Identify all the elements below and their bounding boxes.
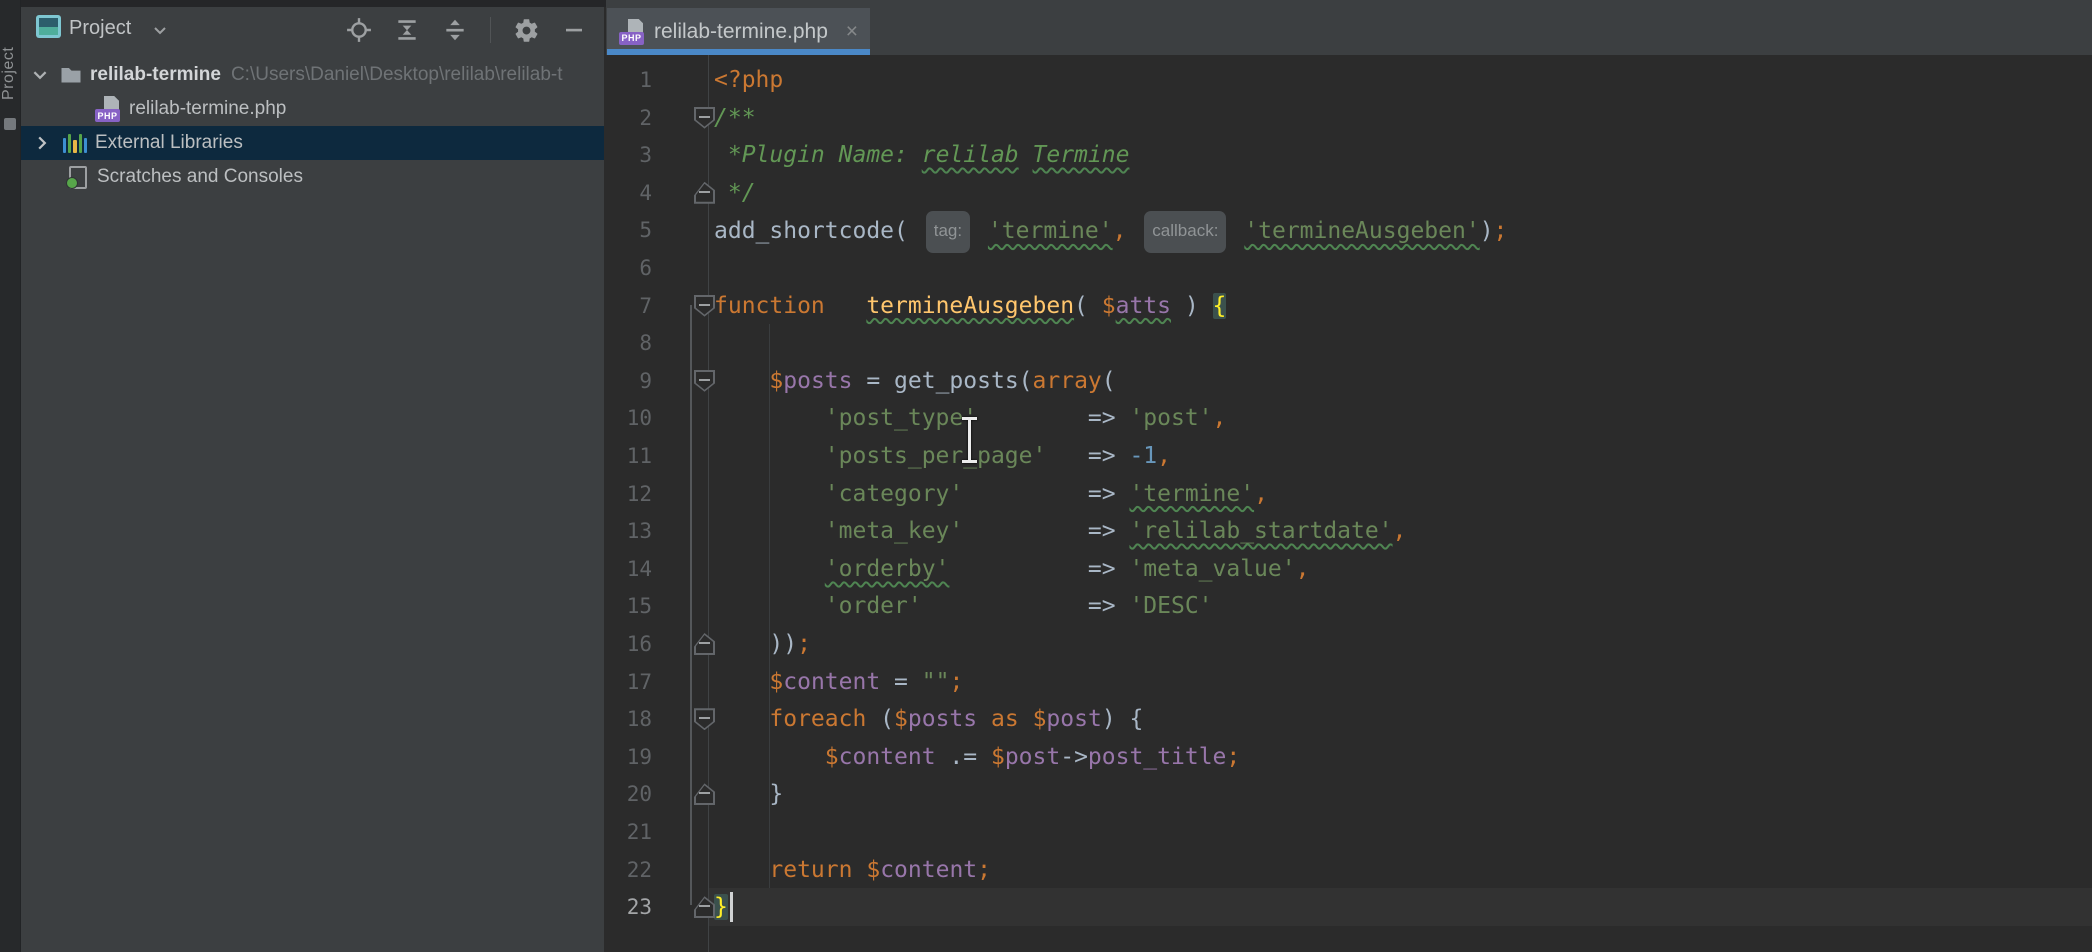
fold-marker[interactable] <box>694 783 715 805</box>
project-panel-header: Project <box>21 7 604 55</box>
code-line: */ <box>714 174 756 212</box>
main-area: PHP relilab-termine.php × 12345678910111… <box>606 0 2092 952</box>
tool-window-stripe: Project <box>0 0 21 952</box>
fold-marker[interactable] <box>694 107 715 129</box>
expand-collapse-icon[interactable] <box>442 17 468 43</box>
parameter-hint-chip: tag: <box>926 211 970 253</box>
locate-icon[interactable] <box>346 17 372 43</box>
project-root-path: C:\Users\Daniel\Desktop\relilab\relilab-… <box>231 64 563 86</box>
code-line: 'order' => 'DESC' <box>714 587 1213 625</box>
line-number: 14 <box>606 550 652 588</box>
project-tool-window-icon <box>36 15 61 38</box>
code-line: $content = ""; <box>714 663 963 701</box>
line-number: 2 <box>606 99 652 137</box>
line-number: 13 <box>606 512 652 550</box>
line-number: 22 <box>606 851 652 889</box>
line-number: 1 <box>606 61 652 99</box>
line-number: 11 <box>606 437 652 475</box>
chevron-collapsed-icon[interactable] <box>33 134 51 152</box>
line-number: 5 <box>606 211 652 249</box>
project-panel-title[interactable]: Project <box>69 17 131 40</box>
line-number: 4 <box>606 174 652 212</box>
code-line: $posts = get_posts(array( <box>714 362 1116 400</box>
line-number: 16 <box>606 625 652 663</box>
tab-label: relilab-termine.php <box>654 20 828 44</box>
tree-row-scratches[interactable]: Scratches and Consoles <box>21 160 604 194</box>
line-number: 23 <box>606 888 652 926</box>
code-line: /** <box>714 99 756 137</box>
code-line: 'meta_key' => 'relilab_startdate', <box>714 512 1406 550</box>
text-caret <box>730 892 733 922</box>
code-line: 'posts_per_page' => -1, <box>714 437 1171 475</box>
stripe-tool-icon[interactable] <box>4 118 16 130</box>
code-line: *Plugin Name: relilab Termine <box>714 136 1129 174</box>
php-file-icon: PHP <box>619 19 645 45</box>
line-number: 3 <box>606 136 652 174</box>
close-tab-icon[interactable]: × <box>846 21 858 42</box>
fold-marker[interactable] <box>694 708 715 730</box>
code-line: } <box>714 888 728 926</box>
code-lines: <?php/** *Plugin Name: relilab Termine *… <box>714 55 2092 952</box>
php-file-icon: PHP <box>95 96 121 122</box>
line-number: 17 <box>606 663 652 701</box>
editor-tab-bar: PHP relilab-termine.php × <box>606 0 2092 55</box>
hide-panel-icon[interactable] <box>562 18 586 42</box>
line-number: 12 <box>606 475 652 513</box>
parameter-hint-chip: callback: <box>1144 211 1226 253</box>
tree-row-external-libraries[interactable]: External Libraries <box>21 126 604 160</box>
code-line: )); <box>714 625 811 663</box>
mouse-ibeam-cursor <box>961 417 978 463</box>
line-number: 7 <box>606 287 652 325</box>
fold-marker[interactable] <box>694 182 715 204</box>
tab-relilab-termine-php[interactable]: PHP relilab-termine.php × <box>607 8 870 55</box>
project-panel: Project <box>21 7 606 952</box>
stripe-project-button[interactable]: Project <box>0 18 20 128</box>
folder-icon <box>59 63 83 87</box>
fold-marker[interactable] <box>694 370 715 392</box>
line-number: 6 <box>606 249 652 287</box>
fold-marker[interactable] <box>694 896 715 918</box>
chevron-down-icon[interactable] <box>154 27 166 35</box>
code-line: add_shortcode( tag: 'termine', callback:… <box>714 211 1507 249</box>
toolbar-separator <box>490 17 491 43</box>
collapse-all-icon[interactable] <box>394 17 420 43</box>
code-line: 'category' => 'termine', <box>714 475 1268 513</box>
external-libraries-label: External Libraries <box>95 132 243 154</box>
php-file-label: relilab-termine.php <box>129 98 286 120</box>
code-line: function termineAusgeben( $atts ) { <box>714 287 1226 325</box>
code-line: return $content; <box>714 851 991 889</box>
ide-window: Project Project <box>0 0 2092 952</box>
project-root-label: relilab-termine <box>90 64 221 86</box>
external-libraries-icon <box>63 131 87 155</box>
code-line: } <box>714 775 783 813</box>
line-number: 9 <box>606 362 652 400</box>
line-number: 18 <box>606 700 652 738</box>
code-editor[interactable]: 1234567891011121314151617181920212223 <?… <box>606 55 2092 952</box>
code-line: <?php <box>714 61 783 99</box>
line-number: 10 <box>606 399 652 437</box>
line-number: 15 <box>606 587 652 625</box>
settings-gear-icon[interactable] <box>513 17 540 44</box>
line-number: 21 <box>606 813 652 851</box>
line-number: 19 <box>606 738 652 776</box>
scratches-icon <box>65 165 89 189</box>
code-line: foreach ($posts as $post) { <box>714 700 1143 738</box>
line-number: 20 <box>606 775 652 813</box>
code-line: $content .= $post->post_title; <box>714 738 1240 776</box>
chevron-expanded-icon[interactable] <box>31 66 49 84</box>
code-line: 'orderby' => 'meta_value', <box>714 550 1309 588</box>
fold-marker[interactable] <box>694 633 715 655</box>
tree-row-project-root[interactable]: relilab-termine C:\Users\Daniel\Desktop\… <box>21 58 604 92</box>
tree-row-php-file[interactable]: PHP relilab-termine.php <box>21 92 604 126</box>
fold-scope-line <box>690 305 692 905</box>
fold-marker[interactable] <box>694 295 715 317</box>
line-number: 8 <box>606 324 652 362</box>
scratches-label: Scratches and Consoles <box>97 166 303 188</box>
